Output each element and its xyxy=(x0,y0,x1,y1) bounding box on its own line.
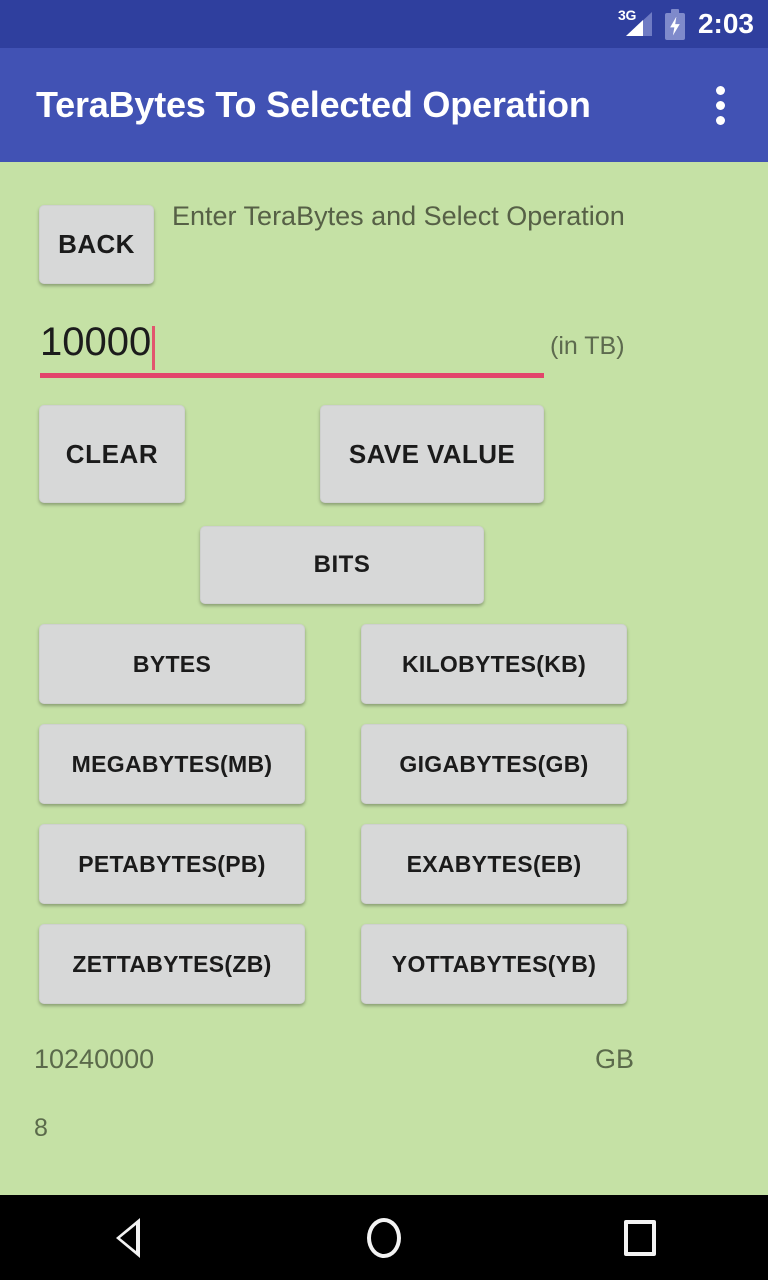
overflow-menu-icon[interactable] xyxy=(688,73,752,137)
result-value: 10240000 xyxy=(34,1044,155,1074)
unit-button-gigabytes[interactable]: GIGABYTES(GB) xyxy=(361,724,627,804)
clear-button[interactable]: CLEAR xyxy=(39,405,185,503)
bits-button[interactable]: BITS xyxy=(200,526,484,604)
unit-button-petabytes[interactable]: PETABYTES(PB) xyxy=(39,824,305,904)
page-title: TeraBytes To Selected Operation xyxy=(36,84,591,125)
signal-3g-icon: 3G xyxy=(617,7,652,39)
unit-button-row: PETABYTES(PB) EXABYTES(EB) xyxy=(39,824,627,904)
input-caret xyxy=(152,326,156,370)
nav-recents-button[interactable] xyxy=(580,1195,700,1280)
save-value-button[interactable]: SAVE VALUE xyxy=(320,405,544,503)
unit-button-yottabytes[interactable]: YOTTABYTES(YB) xyxy=(361,924,627,1004)
input-value-text: 10000 xyxy=(40,320,152,364)
android-navigation-bar xyxy=(0,1195,768,1280)
header-hint-label: Enter TeraBytes and Select Operation xyxy=(172,201,625,231)
result-unit: GB xyxy=(594,1044,634,1074)
unit-button-zettabytes[interactable]: ZETTABYTES(ZB) xyxy=(39,924,305,1004)
unit-button-bytes[interactable]: BYTES xyxy=(39,624,305,704)
nav-back-triangle-icon xyxy=(116,1217,140,1258)
network-type-label: 3G xyxy=(617,7,637,23)
unit-button-exabytes[interactable]: EXABYTES(EB) xyxy=(361,824,627,904)
nav-home-button[interactable] xyxy=(324,1195,444,1280)
input-unit-hint: (in TB) xyxy=(550,332,625,360)
app-bar: TeraBytes To Selected Operation xyxy=(0,48,768,162)
back-button[interactable]: BACK xyxy=(39,205,154,284)
unit-button-megabytes[interactable]: MEGABYTES(MB) xyxy=(39,724,305,804)
unit-button-grid: BYTES KILOBYTES(KB) MEGABYTES(MB) GIGABY… xyxy=(39,624,627,1024)
status-bar-right-group: 3G 2:03 xyxy=(618,8,754,40)
phone-screen: 3G 2:03 TeraBytes To Selected Operation … xyxy=(0,0,768,1280)
status-bar: 3G 2:03 xyxy=(0,0,768,48)
unit-button-kilobytes[interactable]: KILOBYTES(KB) xyxy=(361,624,627,704)
input-underline xyxy=(40,373,544,378)
result-row: 10240000 GB xyxy=(34,1044,634,1075)
nav-back-button[interactable] xyxy=(68,1195,188,1280)
unit-button-row: ZETTABYTES(ZB) YOTTABYTES(YB) xyxy=(39,924,627,1004)
terabytes-input[interactable]: 10000 xyxy=(40,314,544,378)
status-bar-clock: 2:03 xyxy=(697,8,754,39)
nav-home-circle-icon xyxy=(367,1217,401,1258)
unit-button-row: BYTES KILOBYTES(KB) xyxy=(39,624,627,704)
result-extra-value: 8 xyxy=(34,1114,48,1142)
battery-charging-icon xyxy=(664,8,685,40)
unit-button-row: MEGABYTES(MB) GIGABYTES(GB) xyxy=(39,724,627,804)
main-content: BACK Enter TeraBytes and Select Operatio… xyxy=(0,162,768,1195)
nav-recents-square-icon xyxy=(624,1219,656,1256)
